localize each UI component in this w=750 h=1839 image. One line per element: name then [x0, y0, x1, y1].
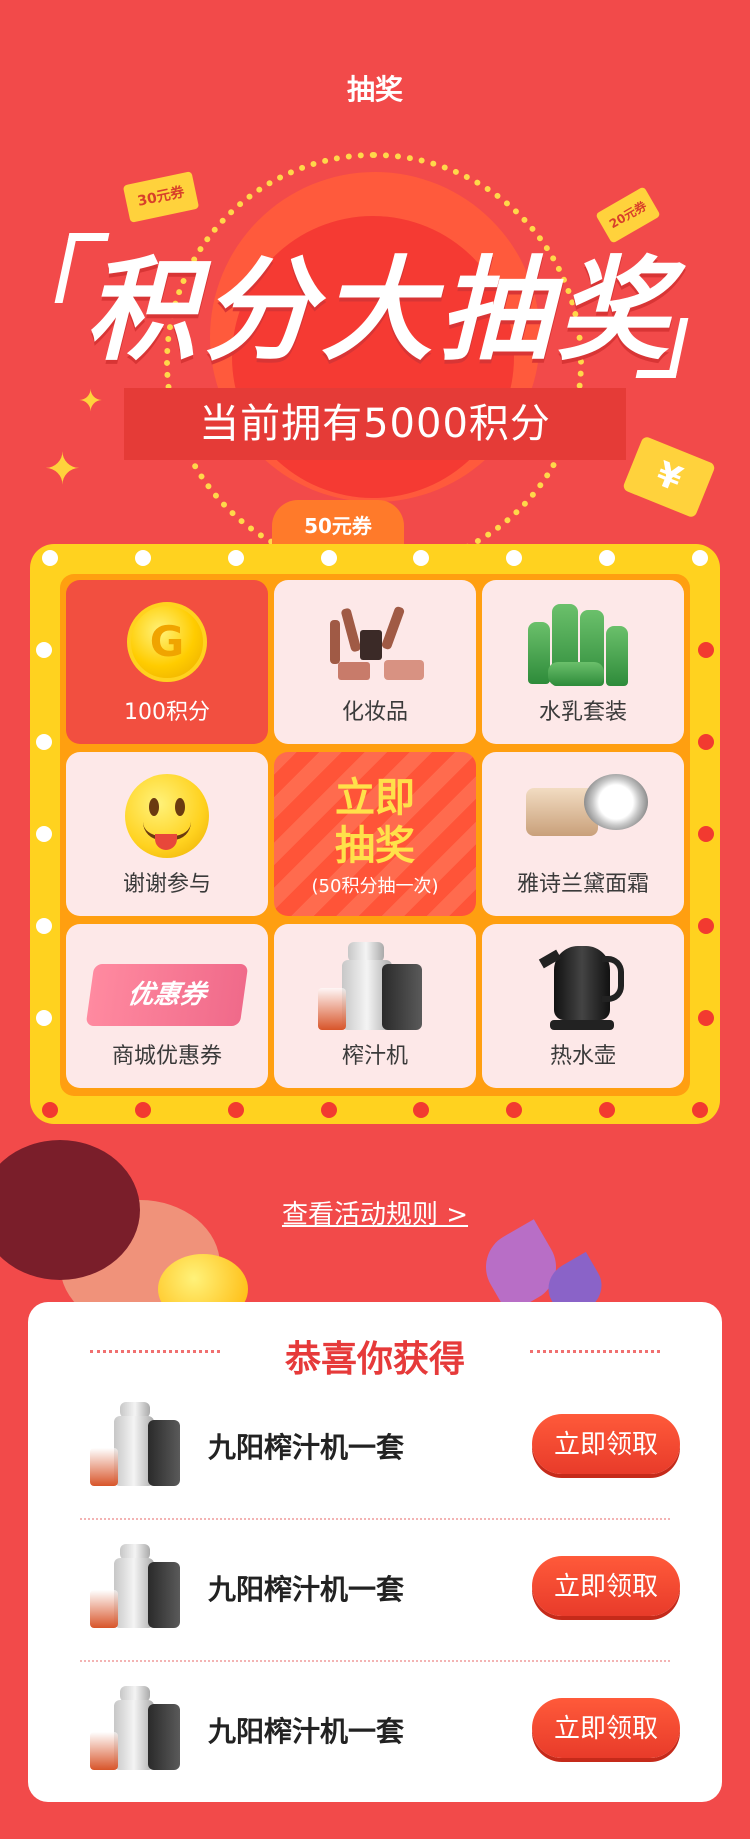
row-divider — [80, 1518, 670, 1520]
board-light — [36, 826, 52, 842]
prize-name: 九阳榨汁机一套 — [208, 1573, 405, 1606]
board-light — [42, 550, 58, 566]
draw-button[interactable]: 立即 抽奖 (50积分抽一次) — [274, 752, 476, 916]
board-light — [36, 642, 52, 658]
prize-label: 水乳套装 — [538, 700, 627, 725]
prize-name: 九阳榨汁机一套 — [208, 1431, 405, 1464]
results-title: 恭喜你获得 — [284, 1339, 465, 1380]
claim-button[interactable]: 立即领取 — [532, 1698, 680, 1758]
prize-cell-thanks: 谢谢参与 — [66, 752, 268, 916]
juicer-icon — [318, 938, 432, 1034]
prize-result-row: 九阳榨汁机一套 立即领取 — [28, 1668, 722, 1790]
prize-label: 化妆品 — [341, 700, 408, 725]
prize-label: 雅诗兰黛面霜 — [516, 872, 649, 897]
activity-rules-link[interactable]: 查看活动规则 > — [0, 1194, 750, 1231]
draw-cost-label: (50积分抽一次) — [311, 876, 439, 897]
board-light — [698, 826, 714, 842]
prize-cell-skincare: 水乳套装 — [482, 580, 684, 744]
prize-cell-kettle: 热水壶 — [482, 924, 684, 1088]
prize-cell-juicer: 榨汁机 — [274, 924, 476, 1088]
yuan-tag-decoration: ¥ — [621, 435, 717, 519]
juicer-thumbnail — [86, 1398, 186, 1494]
board-light — [320, 550, 337, 566]
board-light — [36, 734, 52, 750]
board-light — [692, 1102, 708, 1118]
board-light — [698, 1010, 714, 1026]
coupon-30-decoration: 30元券 — [122, 171, 200, 223]
sparkle-icon: ✦ — [78, 384, 104, 419]
prize-result-row: 九阳榨汁机一套 立即领取 — [28, 1384, 722, 1506]
board-light — [227, 550, 244, 566]
prize-cell-coupon: 优惠券 商城优惠券 — [66, 924, 268, 1088]
draw-button-title: 立即 抽奖 — [335, 775, 415, 869]
prize-cell-points: G 100积分 — [66, 580, 268, 744]
hero-title: 积分大抽奖 — [85, 246, 675, 376]
board-light — [698, 734, 714, 750]
claim-button[interactable]: 立即领取 — [532, 1414, 680, 1474]
prize-cell-face-cream: 雅诗兰黛面霜 — [482, 752, 684, 916]
cosmetics-icon — [320, 600, 430, 690]
prize-label: 商城优惠券 — [111, 1044, 222, 1069]
claim-button[interactable]: 立即领取 — [532, 1556, 680, 1616]
prize-label: 100积分 — [124, 700, 210, 725]
row-divider — [80, 1660, 670, 1662]
juicer-thumbnail — [86, 1682, 186, 1778]
juicer-thumbnail — [86, 1540, 186, 1636]
smiley-icon — [125, 774, 209, 858]
prize-result-row: 九阳榨汁机一套 立即领取 — [28, 1526, 722, 1648]
gold-coin-icon: G — [127, 602, 207, 682]
face-cream-icon — [482, 752, 684, 862]
page-title: 抽奖 — [346, 73, 403, 106]
prize-results-panel: 恭喜你获得 九阳榨汁机一套 立即领取 九阳榨汁机一套 立即领取 九阳榨汁机一套 — [28, 1302, 722, 1802]
kettle-icon — [538, 940, 628, 1034]
board-light — [36, 918, 52, 934]
board-light — [227, 1102, 244, 1118]
board-light — [134, 550, 151, 566]
prize-label: 谢谢参与 — [122, 872, 211, 897]
coupon-icon: 优惠券 — [85, 964, 249, 1026]
board-light — [42, 1102, 58, 1118]
points-balance-banner: 当前拥有5000积分 — [124, 388, 626, 460]
board-light — [134, 1102, 151, 1118]
prize-name: 九阳榨汁机一套 — [208, 1715, 405, 1748]
skincare-set-icon — [522, 596, 646, 690]
sparkle-icon: ✦ — [44, 444, 81, 495]
prize-label: 热水壶 — [549, 1044, 616, 1069]
board-light — [698, 918, 714, 934]
prize-label: 榨汁机 — [341, 1044, 408, 1069]
board-light — [320, 1102, 337, 1118]
prize-cell-cosmetics: 化妆品 — [274, 580, 476, 744]
board-light — [692, 550, 708, 566]
board-light — [36, 1010, 52, 1026]
board-light — [698, 642, 714, 658]
